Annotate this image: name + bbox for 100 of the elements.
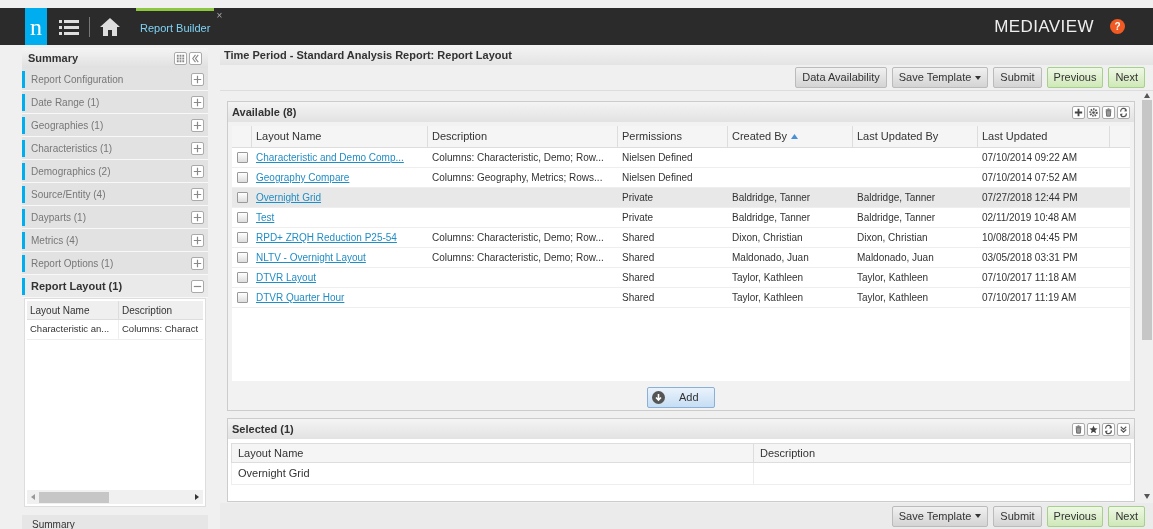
column-header[interactable]: Layout Name (252, 126, 428, 147)
table-cell-text: Dixon, Christian (732, 231, 803, 245)
column-header[interactable]: Description (119, 301, 203, 319)
table-cell-text: Maldonado, Juan (857, 251, 934, 265)
column-header[interactable]: Created By (728, 126, 853, 147)
table-cell-text: Taylor, Kathleen (732, 271, 804, 285)
table-cell-text: Taylor, Kathleen (857, 271, 929, 285)
layout-link[interactable]: DTVR Layout (256, 270, 317, 285)
sidebar-item[interactable]: Source/Entity (4) (22, 183, 208, 206)
toolbar-button[interactable]: Save Template (891, 505, 989, 527)
checkbox[interactable] (236, 152, 248, 163)
table-cell-text: 07/10/2017 11:19 AM (982, 291, 1077, 305)
add-button[interactable]: Add (647, 387, 715, 408)
caret-icon (975, 514, 982, 518)
sidebar-item[interactable]: Report Options (1) (22, 252, 208, 275)
scroll-down-icon[interactable] (1144, 494, 1150, 499)
layout-link[interactable]: Characteristic and Demo Comp... (256, 150, 404, 165)
expand-icon[interactable] (191, 118, 204, 132)
table-cell-text: Shared (622, 271, 655, 285)
table-cell-text: Taylor, Kathleen (857, 291, 929, 305)
table-cell-text: Baldridge, Tanner (732, 191, 811, 205)
table-cell-text: Columns: Characteristic, Demo; Row... (432, 251, 604, 265)
column-header[interactable]: Layout Name (27, 301, 119, 319)
table-cell-text: Private (622, 191, 654, 205)
checkbox[interactable] (236, 192, 248, 203)
layout-link[interactable]: DTVR Quarter Hour (256, 290, 345, 305)
double-chevron-down-icon[interactable] (1117, 422, 1130, 436)
layout-link[interactable]: Geography Compare (256, 170, 350, 185)
checkbox[interactable] (236, 232, 248, 243)
column-header[interactable]: Last Updated By (853, 126, 978, 147)
column-header[interactable]: Permissions (618, 126, 728, 147)
expand-icon[interactable] (191, 72, 204, 86)
sidebar-item[interactable]: Dayparts (1) (22, 206, 208, 229)
table-row[interactable]: Overnight Grid Private Baldridge, Tanner Baldridge, Tanner 07/27/2018 12:44 PM (232, 188, 1130, 208)
table-cell: Characteristic an... (30, 322, 110, 337)
checkbox[interactable] (236, 272, 248, 283)
horizontal-scrollbar[interactable] (27, 490, 203, 504)
expand-icon[interactable] (191, 95, 204, 109)
table-cell-text: Taylor, Kathleen (732, 291, 804, 305)
table-cell-text: Baldridge, Tanner (732, 211, 811, 225)
scroll-up-icon[interactable] (1144, 93, 1150, 98)
panel-title: Selected (1) (232, 421, 295, 437)
table-cell-text: Overnight Grid (238, 466, 310, 482)
refresh-icon[interactable] (1117, 105, 1130, 119)
toolbar-button[interactable]: Data Availability (795, 67, 887, 88)
sidebar-item[interactable]: Metrics (4) (22, 229, 208, 252)
toolbar-button[interactable]: Previous (1046, 505, 1104, 527)
toolbar-button[interactable]: Next (1108, 505, 1145, 527)
expand-icon[interactable] (191, 141, 204, 155)
table-cell-text: 10/08/2018 04:45 PM (982, 231, 1078, 245)
column-header[interactable]: Layout Name (232, 444, 754, 462)
scroll-left-icon[interactable] (31, 494, 35, 500)
table-cell-text: Maldonado, Juan (732, 251, 809, 265)
minus-icon[interactable] (191, 279, 204, 293)
grid-icon[interactable] (174, 51, 187, 65)
tab[interactable]: Report Builder (136, 8, 215, 45)
toolbar-button[interactable]: Submit (993, 67, 1042, 88)
delete-icon[interactable] (1072, 422, 1085, 436)
close-tab-icon[interactable]: × (216, 8, 223, 23)
column-header[interactable]: Description (754, 444, 1130, 462)
table-cell-text: Shared (622, 291, 655, 305)
toolbar-button[interactable]: Previous (1046, 67, 1104, 88)
add-icon[interactable] (1072, 105, 1085, 119)
sidebar-item[interactable]: Report Layout (1) (22, 275, 208, 298)
table-cell-text: Shared (622, 231, 655, 245)
expand-icon[interactable] (191, 210, 204, 224)
checkbox[interactable] (236, 252, 248, 263)
sidebar-item[interactable]: Characteristics (1) (22, 137, 208, 160)
settings-icon[interactable] (1087, 105, 1100, 119)
column-header[interactable]: Last Updated (978, 126, 1110, 147)
toolbar-button[interactable]: Save Template (891, 67, 989, 88)
checkbox[interactable] (236, 172, 248, 183)
delete-icon[interactable] (1102, 105, 1115, 119)
expand-icon[interactable] (191, 233, 204, 247)
star-icon[interactable] (1087, 422, 1100, 436)
sidebar-item[interactable]: Date Range (1) (22, 91, 208, 114)
checkbox[interactable] (236, 292, 248, 303)
sidebar-item[interactable]: Report Configuration (22, 68, 208, 91)
expand-icon[interactable] (191, 164, 204, 178)
sort-ascending-icon (791, 134, 799, 139)
column-header[interactable]: Description (428, 126, 618, 147)
table-cell-text: Nielsen Defined (622, 171, 693, 185)
layout-link[interactable]: Test (256, 210, 275, 225)
table-cell-text: 07/27/2018 12:44 PM (982, 191, 1078, 205)
layout-link[interactable]: RPD+ ZRQH Reduction P25-54 (256, 230, 397, 245)
table-cell-text: 03/05/2018 03:31 PM (982, 251, 1078, 265)
scroll-right-icon[interactable] (195, 494, 199, 500)
layout-link[interactable]: NLTV - Overnight Layout (256, 250, 366, 265)
sidebar-item[interactable]: Demographics (2) (22, 160, 208, 183)
menu-icon[interactable] (59, 18, 79, 35)
expand-icon[interactable] (191, 187, 204, 201)
checkbox[interactable] (236, 212, 248, 223)
sidebar-item[interactable]: Geographies (1) (22, 114, 208, 137)
refresh-icon[interactable] (1102, 422, 1115, 436)
expand-icon[interactable] (191, 256, 204, 270)
panel-title: Available (8) (232, 104, 298, 120)
toolbar-button[interactable]: Next (1108, 67, 1145, 88)
double-chevron-left-icon[interactable] (189, 51, 202, 65)
home-icon[interactable] (100, 17, 120, 36)
toolbar-button[interactable]: Submit (993, 505, 1042, 527)
